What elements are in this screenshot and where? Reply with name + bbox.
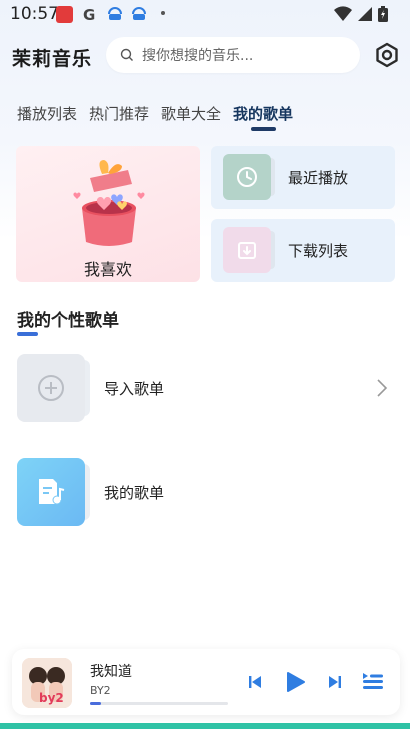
playlist-queue-icon[interactable] — [362, 670, 384, 692]
import-playlist-row[interactable]: 导入歌单 — [0, 354, 410, 426]
battery-icon — [378, 6, 388, 22]
tab-bar: 播放列表 热门推荐 歌单大全 我的歌单 — [0, 100, 410, 134]
next-track-icon[interactable] — [328, 675, 342, 689]
my-playlist-label: 我的歌单 — [104, 484, 165, 502]
play-icon[interactable] — [284, 671, 306, 693]
recent-thumb — [223, 154, 271, 200]
my-playlist-thumb — [17, 458, 85, 526]
google-icon: G — [83, 6, 95, 23]
recent-play-label: 最近播放 — [288, 169, 349, 187]
search-icon — [120, 48, 133, 61]
song-title: 我知道 — [90, 664, 132, 680]
notification-app-icon — [56, 6, 73, 23]
music-file-icon — [39, 479, 65, 505]
favorites-label: 我喜欢 — [83, 260, 132, 279]
album-cover[interactable]: by2 — [22, 658, 72, 708]
app-notification-icon — [108, 7, 122, 20]
status-bar: 10:57 G — [0, 0, 410, 30]
app-header: 茉莉音乐 — [0, 34, 410, 78]
song-artist: BY2 — [90, 684, 111, 697]
previous-track-icon[interactable] — [248, 675, 262, 689]
gift-box-icon — [73, 160, 145, 246]
import-thumb — [17, 354, 85, 422]
svg-text:G: G — [83, 6, 95, 23]
my-playlist-row[interactable]: 我的歌单 — [0, 458, 410, 530]
tab-all-playlists[interactable]: 歌单大全 — [161, 103, 221, 124]
chevron-right-icon — [377, 379, 388, 397]
wifi-icon — [334, 6, 352, 22]
import-playlist-label: 导入歌单 — [104, 380, 165, 398]
favorites-card[interactable]: 我喜欢 — [16, 146, 200, 282]
search-bar[interactable] — [106, 37, 360, 73]
status-time: 10:57 — [10, 4, 59, 24]
mini-player[interactable]: by2 我知道 BY2 — [12, 649, 400, 715]
download-list-label: 下载列表 — [288, 242, 349, 260]
playback-progress-fill — [90, 702, 102, 705]
section-indicator — [17, 332, 38, 336]
section-title: 我的个性歌单 — [17, 311, 119, 331]
playback-progress-bar[interactable] — [90, 702, 228, 705]
app-notification-icon — [132, 7, 146, 20]
recent-play-card[interactable]: 最近播放 — [211, 146, 395, 209]
download-list-card[interactable]: 下载列表 — [211, 219, 395, 282]
more-notifications-dot — [161, 11, 165, 15]
bottom-edge-bar — [0, 723, 410, 729]
app-title: 茉莉音乐 — [12, 48, 93, 70]
signal-icon — [358, 7, 372, 21]
add-circle-icon — [38, 375, 64, 401]
tab-my-playlists[interactable]: 我的歌单 — [233, 103, 293, 124]
clock-icon — [237, 167, 257, 187]
settings-icon[interactable] — [374, 42, 400, 68]
tab-playlist[interactable]: 播放列表 — [17, 103, 77, 124]
download-box-icon — [238, 242, 256, 259]
active-tab-indicator — [251, 127, 276, 131]
search-input[interactable] — [140, 43, 354, 69]
download-thumb — [223, 227, 271, 273]
tab-hot-recommend[interactable]: 热门推荐 — [89, 103, 149, 124]
svg-text:by2: by2 — [39, 691, 64, 705]
album-art-image: by2 — [22, 658, 72, 708]
